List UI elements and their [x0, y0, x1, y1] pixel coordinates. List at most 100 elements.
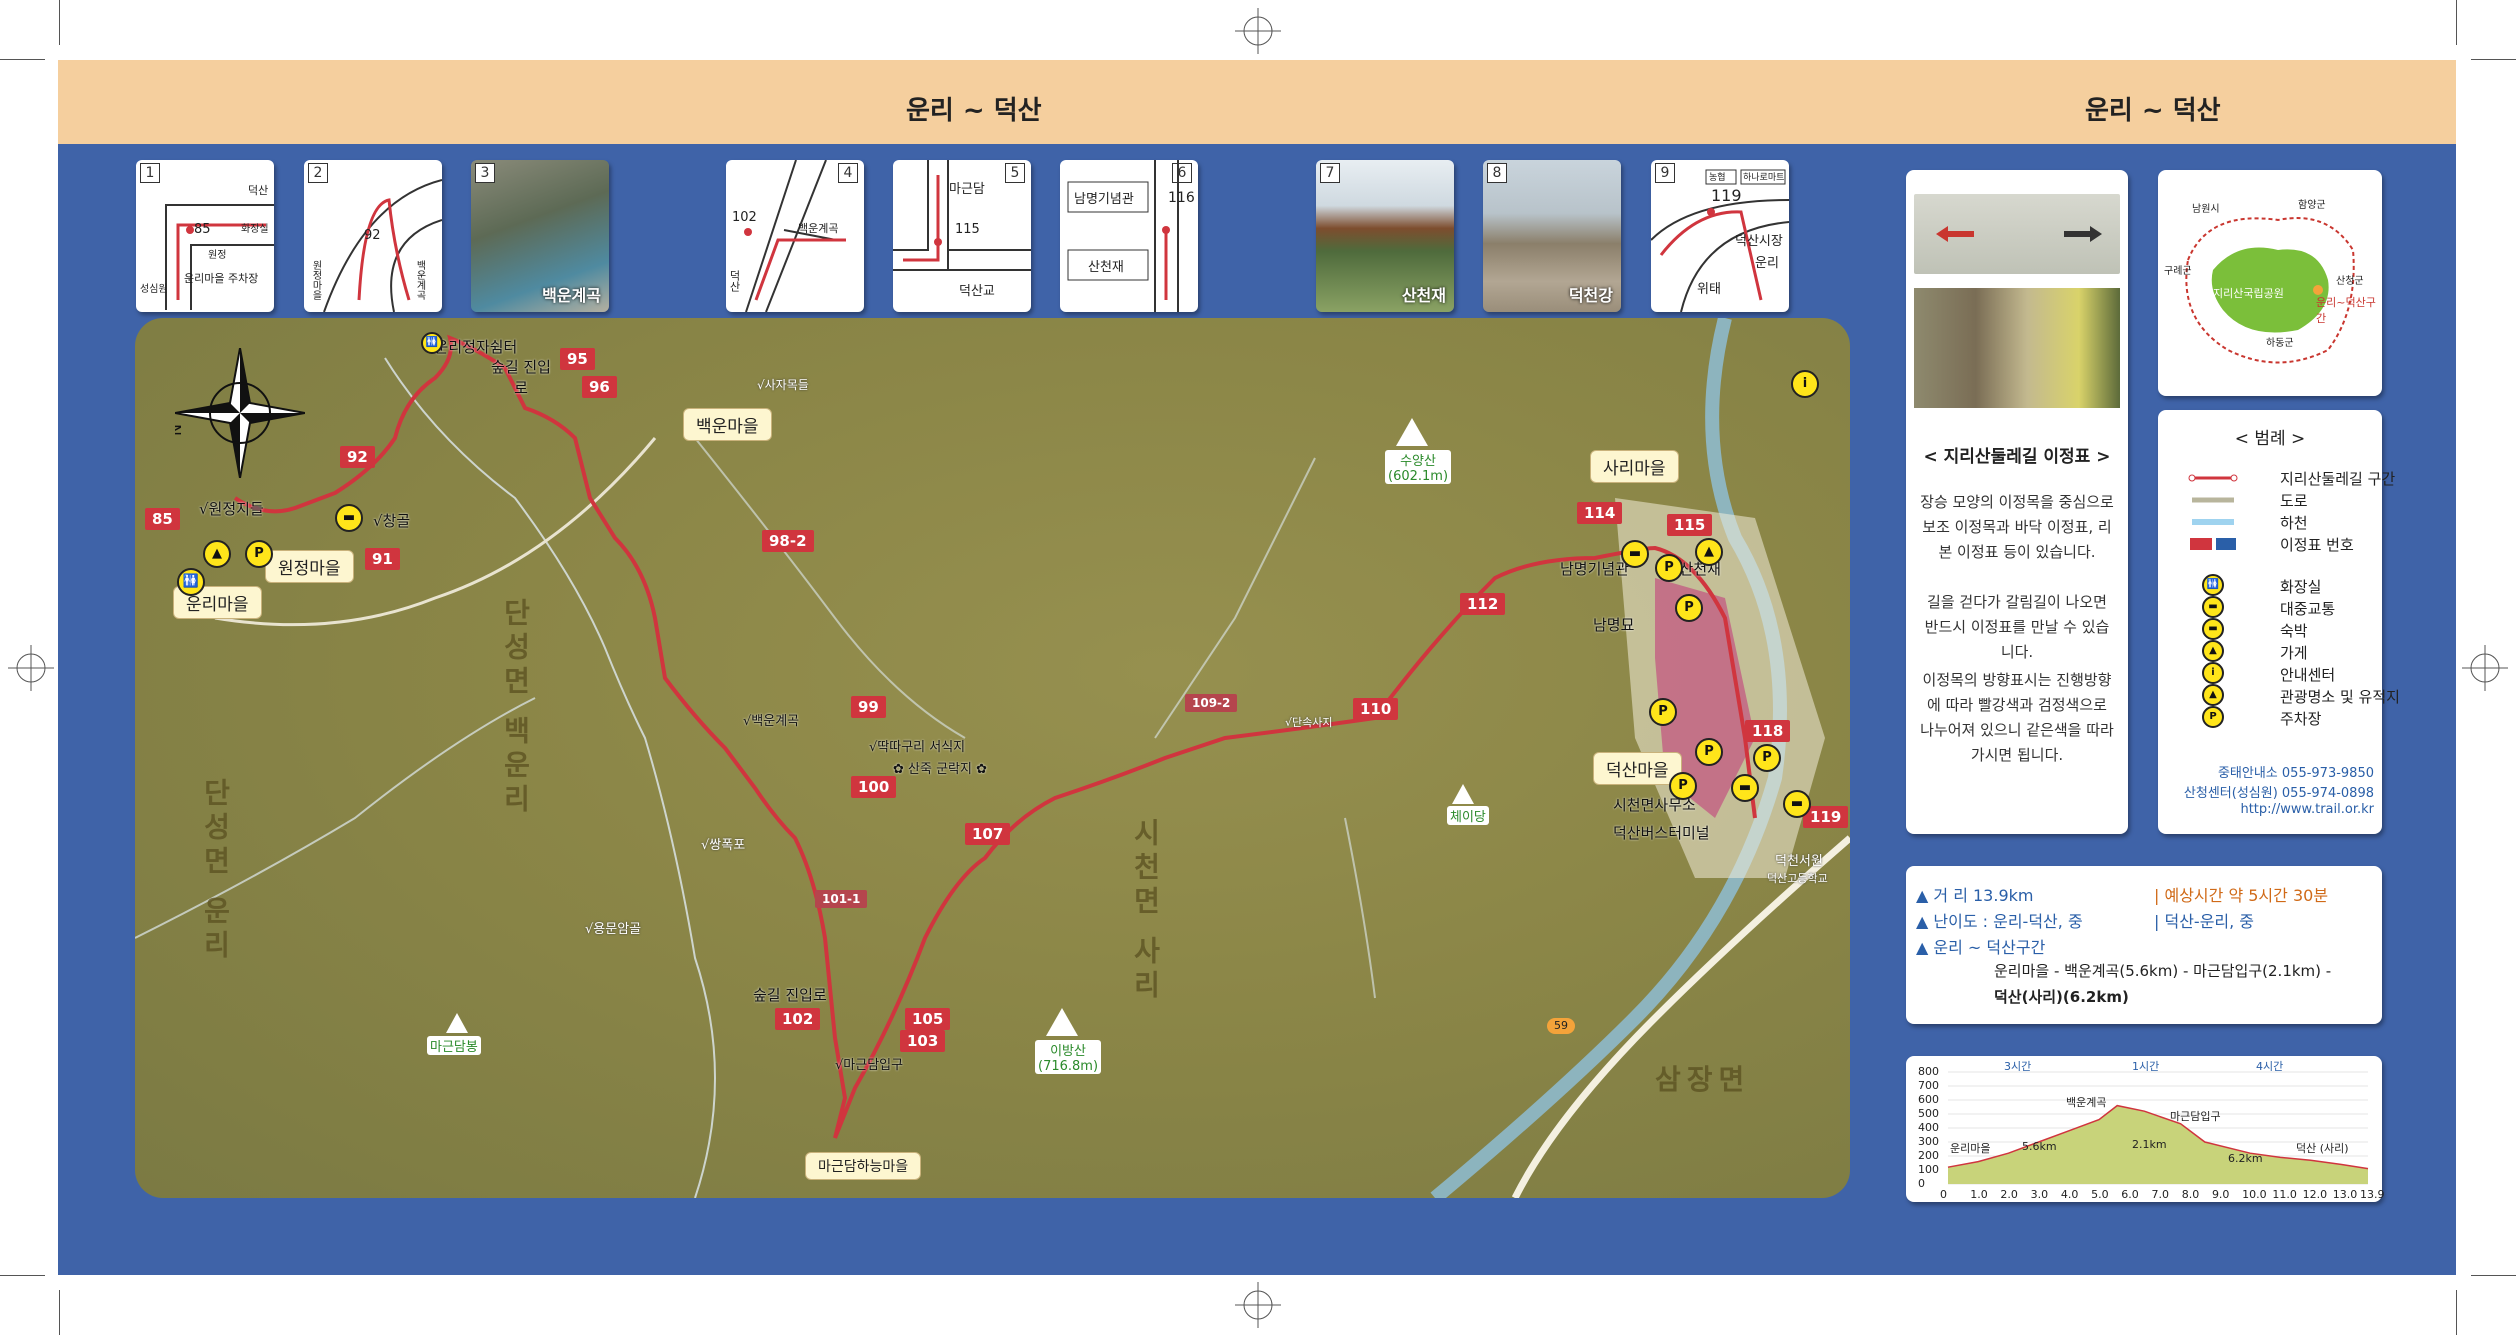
trail-map: N 단성면 백운리 단성면 운리 시천면 사리 삼장면 수양산(602.1m) …: [135, 318, 1850, 1198]
info-time: | 예상시간 약 5시간 30분: [2154, 886, 2329, 905]
parking-icon: P: [1753, 744, 1781, 772]
crop-mark: [2456, 1290, 2457, 1335]
place-label: 숲길 진입로: [753, 986, 827, 1004]
segment-label: 2.1km: [2132, 1138, 2167, 1151]
y-tick: 700: [1918, 1079, 1939, 1092]
registration-mark: [8, 645, 54, 691]
y-tick: 600: [1918, 1093, 1939, 1106]
sign-info-panel: < 지리산둘레길 이정표 > 장승 모양의 이정목을 중심으로 보조 이정목과 …: [1906, 170, 2128, 834]
segment-label: 5.6km: [2022, 1140, 2057, 1153]
y-tick: 0: [1918, 1177, 1925, 1190]
place-label: √창골: [373, 512, 411, 530]
waypoint-marker: 98-2: [762, 530, 814, 552]
info-difficulty: ▲ 난이도 : 운리-덕산, 중: [1916, 912, 2083, 931]
locator-label: 운리~덕산구간: [2316, 296, 2376, 325]
info-distance: ▲ 거 리 13.9km: [1916, 886, 2034, 905]
thumb-number: 3: [475, 163, 495, 183]
info-route: 덕산(사리)(6.2km): [1994, 988, 2129, 1006]
point-label: 마근담입구: [2170, 1110, 2221, 1123]
mountain-icon: [1396, 418, 1428, 446]
area-label: 단성면 운리: [199, 778, 232, 964]
crop-mark: [2471, 1275, 2516, 1276]
shop-icon: ▲: [203, 540, 231, 568]
legend-title: < 범례 >: [2234, 429, 2306, 449]
thumb-6-diagram: 6 남명기념관 116 산천재: [1060, 160, 1198, 312]
time-label: 4시간: [2256, 1060, 2284, 1073]
thumb-caption: 덕천강: [1568, 286, 1613, 305]
thumb-label: 덕산교: [959, 284, 995, 299]
thumb-4-diagram: 4 102 백운계곡 덕산: [726, 160, 864, 312]
panel-text: 길을 걷다가 갈림길이 나오면 반드시 이정표를 만날 수 있습니다.: [1924, 593, 2110, 661]
locator-label: 구례군: [2164, 266, 2192, 277]
thumb-5-diagram: 5 마근담 115 덕산교: [893, 160, 1031, 312]
registration-mark: [1235, 8, 1281, 54]
y-tick: 300: [1918, 1135, 1939, 1148]
thumb-label: 백운계곡: [414, 260, 425, 300]
thumb-number: 7: [1320, 163, 1340, 183]
thumb-label: 남명기념관: [1074, 192, 1134, 207]
thumb-7-photo: 7 산천재: [1316, 160, 1454, 312]
thumb-9-diagram: 9 농협 하나로마트 119 덕산시장 운리 위태: [1651, 160, 1789, 312]
area-label: 단성면 백운리: [499, 598, 532, 818]
locator-label: 남원시: [2192, 204, 2220, 215]
peak-label: 이방산 (716.8m): [1035, 1040, 1102, 1074]
locator-label: 함양군: [2298, 200, 2326, 211]
page-title-left: 운리 ~ 덕산: [906, 96, 1042, 126]
waypoint-marker: 99: [851, 696, 886, 718]
place-label: √딱따구리 서식지: [869, 740, 966, 755]
thumb-caption: 백운계곡: [542, 286, 601, 305]
waypoint-marker: 95: [560, 348, 595, 370]
x-tick: 5.0: [2091, 1188, 2109, 1201]
place-label: √단속사지: [1285, 716, 1333, 729]
x-tick: 3.0: [2030, 1188, 2049, 1201]
thumb-label: 하나로마트: [1743, 173, 1785, 183]
website-link[interactable]: http://www.trail.or.kr: [2168, 802, 2374, 817]
locator-label: 하동군: [2266, 338, 2294, 349]
waypoint-marker: 110: [1353, 698, 1399, 720]
thumb-label: 성심원: [140, 284, 168, 295]
registration-mark: [1235, 1282, 1281, 1328]
point-label: 백운계곡: [2066, 1096, 2107, 1109]
thumb-label: 위태: [1697, 282, 1721, 297]
sign-photo: [1914, 194, 2120, 274]
place-label: 덕천서원: [1775, 854, 1823, 869]
waypoint-marker: 114: [1577, 502, 1623, 524]
x-tick: 9.0: [2211, 1188, 2230, 1201]
sign-photo: [1914, 288, 2120, 408]
peak-label: 수양산 (602.1m): [1385, 450, 1452, 484]
thumb-label: 덕산: [728, 270, 741, 292]
x-tick: 13.0: [2332, 1188, 2358, 1201]
place-label: √마근담입구: [835, 1058, 904, 1073]
thumb-label: 화장실: [241, 224, 269, 235]
parking-icon: P: [1649, 698, 1677, 726]
thumb-label: 원정: [208, 250, 227, 261]
bus-icon: ▬: [1783, 790, 1811, 818]
bus-icon: ▬: [1621, 540, 1649, 568]
thumb-1-diagram: 1 85 덕산 원정 화장실 성심원 운리마을 주차장: [136, 160, 274, 312]
x-tick: 2.0: [2000, 1188, 2018, 1201]
y-tick: 200: [1918, 1149, 1939, 1162]
parking-icon: P: [1695, 738, 1723, 766]
waypoint-marker: 91: [365, 548, 400, 570]
point-label: 운리마을: [1950, 1142, 1991, 1155]
elevation-profile: 800 700 600 500 400 300 200 100 0 0 1.0 2.0 3.0 4.0 5…: [1906, 1056, 2385, 1202]
thumb-8-photo: 8 덕천강: [1483, 160, 1621, 312]
waypoint-marker: 109-2: [1185, 694, 1238, 712]
toilet-icon: 🚻: [177, 568, 205, 596]
town-label: 원정마을: [265, 550, 354, 583]
place-label: √백운계곡: [743, 714, 800, 729]
mountain-icon: [1452, 784, 1474, 804]
x-tick: 10.0: [2242, 1188, 2267, 1201]
waypoint-marker: 112: [1460, 593, 1506, 615]
waypoint-marker: 101-1: [815, 890, 868, 908]
place-label: ✿ 산죽 군락지 ✿: [893, 762, 987, 777]
time-label: 1시간: [2132, 1060, 2160, 1073]
place-label: 덕산고등학교: [1767, 872, 1828, 885]
info-section: ▲ 운리 ~ 덕산구간: [1916, 938, 2046, 957]
thumb-label: 116: [1168, 190, 1195, 206]
waypoint-marker: 102: [775, 1008, 821, 1030]
town-label: 마근담하능마을: [805, 1152, 922, 1180]
crop-mark: [59, 1290, 60, 1335]
locator-label: 산청군: [2336, 276, 2364, 287]
info-difficulty-reverse: | 덕산-운리, 중: [2154, 912, 2255, 931]
